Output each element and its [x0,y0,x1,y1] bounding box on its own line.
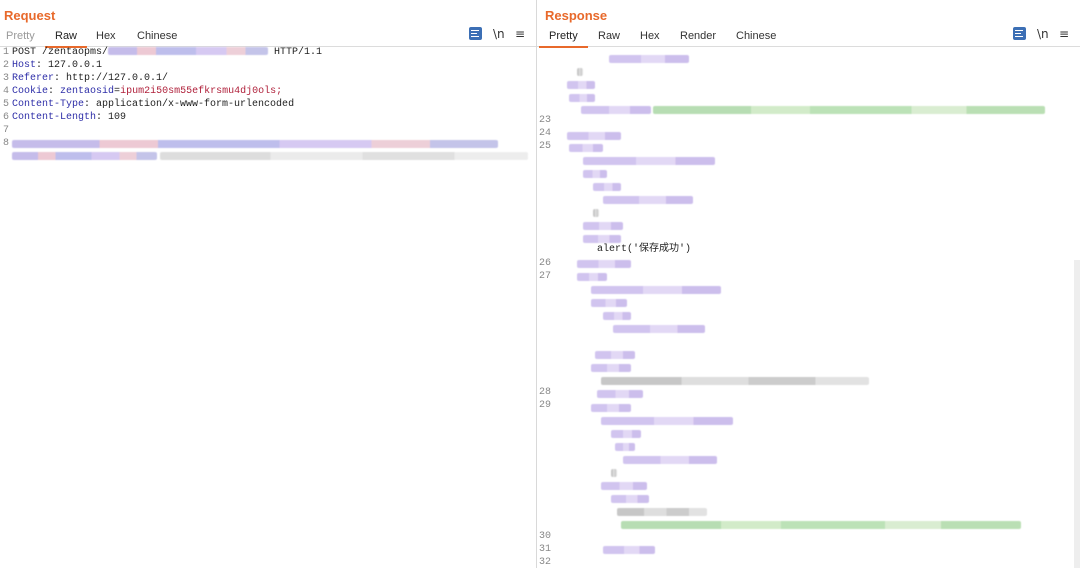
redacted-code [567,132,621,140]
request-tab-chinese[interactable]: Chinese [137,30,177,42]
response-tab-pretty[interactable]: Pretty [539,30,588,48]
redacted-code [591,404,631,412]
request-tab-pretty[interactable]: Pretty [6,30,35,42]
redacted-code [569,94,595,102]
request-line-1: POST /zentaopms/ HTTP/1.1 [12,47,323,58]
wrap-lines-icon[interactable] [1013,27,1026,40]
redacted-code [577,273,607,281]
menu-icon[interactable]: ≡ [515,27,525,41]
request-title: Request [4,8,56,23]
redacted-code [597,390,643,398]
response-tab-hex[interactable]: Hex [640,30,660,42]
redacted-code [613,325,705,333]
redacted-code [617,508,707,516]
request-pane: Request Pretty Raw Hex Chinese \n ≡ 1 2 … [0,0,537,568]
redacted-text [108,47,269,56]
response-editor[interactable]: 23 24 25 26 27 28 29 30 31 32 alert('保存成… [537,46,1080,568]
redacted-code [653,106,1045,114]
request-tabs: Pretty Raw Hex Chinese \n ≡ [0,27,536,48]
redacted-body [12,140,498,148]
newline-toggle[interactable]: \n [493,27,505,41]
redacted-code [583,222,623,230]
redacted-code [615,443,635,451]
response-tab-render[interactable]: Render [680,30,716,42]
request-tab-hex[interactable]: Hex [96,30,116,42]
redacted-code [611,469,617,477]
redacted-code [623,456,717,464]
request-line-4: Cookie: zentaosid=ipum2i50sm55efkrsmu4dj… [12,86,283,97]
redacted-code [581,106,651,114]
redacted-code [621,521,1021,529]
response-gutter: 23 24 25 26 27 28 29 30 31 32 [538,115,551,568]
redacted-body [12,152,157,160]
vertical-scrollbar[interactable] [1074,260,1080,568]
newline-toggle[interactable]: \n [1037,27,1049,41]
request-tab-raw[interactable]: Raw [44,30,88,48]
redacted-code [601,417,733,425]
redacted-code [611,430,641,438]
redacted-code [603,196,693,204]
redacted-code [593,183,621,191]
request-editor[interactable]: 1 2 3 4 5 6 7 8 POST /zentaopms/ HTTP/1.… [0,46,536,568]
request-gutter: 1 2 3 4 5 6 7 8 [2,47,9,149]
redacted-code [609,55,689,63]
redacted-code [567,81,595,89]
request-line-2: Host: 127.0.0.1 [12,60,103,71]
redacted-code [591,286,721,294]
redacted-code [603,546,655,554]
redacted-code [583,170,607,178]
wrap-lines-icon[interactable] [469,27,482,40]
redacted-code [595,351,635,359]
request-line-3: Referer: http://127.0.0.1/ [12,73,169,84]
redacted-code [583,235,621,243]
alert-line: alert('保存成功') [597,244,692,255]
response-title: Response [545,8,608,23]
redacted-code [593,209,599,217]
redacted-body [160,152,528,160]
response-tab-chinese[interactable]: Chinese [736,30,776,42]
redacted-code [591,299,627,307]
redacted-code [611,495,649,503]
request-line-5: Content-Type: application/x-www-form-url… [12,99,295,110]
response-pane: Response Pretty Raw Hex Render Chinese \… [537,0,1080,568]
redacted-code [603,312,631,320]
response-tab-raw[interactable]: Raw [598,30,620,42]
redacted-code [569,144,603,152]
request-line-6: Content-Length: 109 [12,112,127,123]
menu-icon[interactable]: ≡ [1059,27,1069,41]
redacted-code [577,260,631,268]
request-body [12,137,532,163]
redacted-code [601,377,869,385]
redacted-code [577,68,583,76]
redacted-code [601,482,647,490]
redacted-code [583,157,715,165]
request-lines: POST /zentaopms/ HTTP/1.1 Host: 127.0.0.… [12,46,532,163]
redacted-code [591,364,631,372]
request-line-7 [12,124,532,137]
response-tabs: Pretty Raw Hex Render Chinese \n ≡ [537,27,1080,48]
